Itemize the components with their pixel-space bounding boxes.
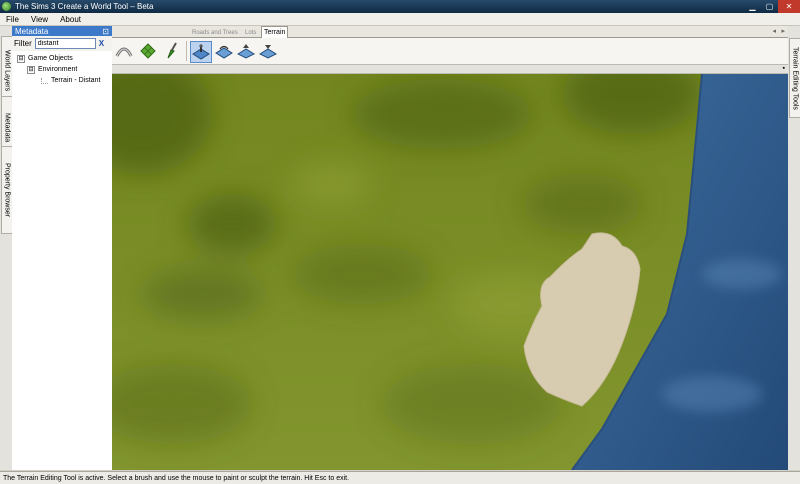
clear-filter-button[interactable]: X [99,39,104,48]
tree-node-environment[interactable]: ⊟ Environment [12,64,112,75]
filter-row: Filter X [12,36,112,51]
menu-about[interactable]: About [54,15,87,24]
right-dock: Terrain Editing Tools [787,26,800,470]
tool-tabs: Roads and Trees Lots Terrain ◂ ▸ [112,26,788,38]
collapse-icon[interactable]: ⊟ [17,54,25,63]
grid-tile-icon[interactable] [138,41,158,61]
terrain-raise-icon[interactable] [236,41,256,61]
toolbar-separator [186,41,187,61]
title-bar: The Sims 3 Create a World Tool – Beta ▁ … [0,0,800,13]
window-controls: ▁ ▢ ✕ [744,0,800,13]
minimize-icon[interactable]: ▁ [744,0,761,13]
status-bar: The Terrain Editing Tool is active. Sele… [0,471,800,484]
road-curve-icon[interactable] [114,41,134,61]
terrain-lower-icon[interactable] [258,41,278,61]
terrain-smooth-icon[interactable] [214,41,234,61]
panel-title: Metadata [15,26,49,36]
viewport-pin-icon[interactable]: ▪ [783,65,785,72]
filter-input[interactable] [34,38,96,49]
menu-view[interactable]: View [25,15,54,24]
status-text: The Terrain Editing Tool is active. Sele… [3,474,350,482]
tree-line [41,77,48,84]
tab-lots[interactable]: Lots [243,28,258,37]
metadata-panel: Metadata ⊡ Filter X ⊟ Game Objects ⊟ Env… [12,26,113,470]
terrain-sculpt-icon[interactable] [190,41,212,63]
panel-header: Metadata ⊡ [12,26,112,36]
close-icon[interactable]: ✕ [778,0,800,13]
paint-brush-icon[interactable] [162,41,182,61]
menu-file[interactable]: File [0,15,25,24]
tool-toolbar [112,38,788,65]
menu-bar: File View About [0,13,800,26]
pin-icon[interactable]: ⊡ [102,27,109,36]
terrain-viewport[interactable] [112,74,788,470]
window-title: The Sims 3 Create a World Tool – Beta [15,2,154,11]
app-icon [2,2,11,11]
tab-roads-and-trees[interactable]: Roads and Trees [190,28,240,37]
tree-node-game-objects[interactable]: ⊟ Game Objects [12,53,112,64]
filter-label: Filter [14,39,32,48]
tab-scroll-right-icon[interactable]: ▸ [781,27,785,35]
terrain-scene [112,74,788,470]
viewport-header: ▪ [112,65,788,74]
collapse-icon[interactable]: ⊟ [27,65,35,74]
object-tree: ⊟ Game Objects ⊟ Environment Terrain - D… [12,53,112,86]
tab-terrain[interactable]: Terrain [261,26,289,38]
tab-scroll-left-icon[interactable]: ◂ [772,27,776,35]
tab-terrain-editing-tools[interactable]: Terrain Editing Tools [789,38,800,118]
maximize-icon[interactable]: ▢ [761,0,778,13]
tree-node-terrain-distant[interactable]: Terrain - Distant [12,75,112,86]
